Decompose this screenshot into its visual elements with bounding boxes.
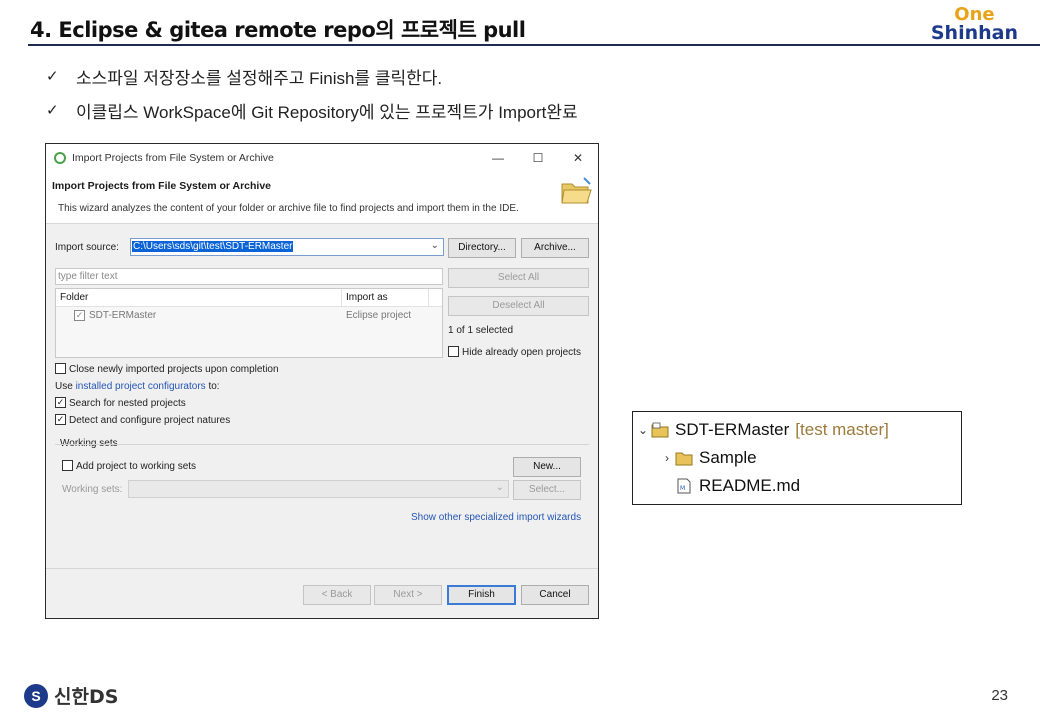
- slide-title: 4. Eclipse & gitea remote repo의 프로젝트 pul…: [30, 18, 526, 42]
- column-import-as[interactable]: Import as: [346, 292, 388, 303]
- bullet-text: 소스파일 저장장소를 설정해주고 Finish를 클릭한다.: [76, 68, 443, 88]
- specialized-wizards-link[interactable]: Show other specialized import wizards: [411, 512, 581, 523]
- select-all-button[interactable]: Select All: [448, 268, 589, 288]
- column-folder[interactable]: Folder: [60, 292, 88, 303]
- tree-item-project[interactable]: ⌄ SDT-ERMaster [test master]: [635, 418, 889, 442]
- detect-natures-label: Detect and configure project natures: [69, 415, 231, 426]
- import-source-label: Import source:: [55, 242, 119, 253]
- eclipse-icon: [54, 152, 66, 164]
- search-nested-label: Search for nested projects: [69, 398, 186, 409]
- footer-logo: S 신한DS: [24, 682, 118, 709]
- dialog-window-title: Import Projects from File System or Arch…: [72, 152, 274, 164]
- folder-name: Sample: [699, 448, 757, 467]
- markdown-file-icon: M: [677, 478, 691, 494]
- tree-item-sample[interactable]: › Sample: [659, 446, 757, 470]
- close-newly-checkbox[interactable]: [55, 363, 66, 374]
- bullet-list: ✓ 소스파일 저장장소를 설정해주고 Finish를 클릭한다. ✓ 이클립스 …: [46, 64, 578, 132]
- cancel-button[interactable]: Cancel: [521, 585, 589, 605]
- row-checkbox[interactable]: ✓: [74, 310, 85, 321]
- tree-item-readme[interactable]: M README.md: [675, 474, 800, 498]
- title-divider: [28, 44, 1040, 46]
- git-project-icon: [651, 422, 669, 438]
- footer-logo-text: 신한DS: [54, 686, 119, 708]
- dialog-titlebar[interactable]: Import Projects from File System or Arch…: [46, 144, 598, 172]
- checkmark-icon: ✓: [46, 102, 59, 119]
- minimize-button[interactable]: —: [478, 151, 518, 165]
- wizard-header: Import Projects from File System or Arch…: [46, 172, 598, 224]
- chevron-down-icon: ⌄: [495, 482, 504, 493]
- new-working-set-button[interactable]: New...: [513, 457, 581, 477]
- checkmark-icon: ✓: [46, 68, 59, 85]
- deselect-all-button[interactable]: Deselect All: [448, 296, 589, 316]
- bullet-item: ✓ 소스파일 저장장소를 설정해주고 Finish를 클릭한다.: [46, 64, 578, 88]
- git-branch-decoration: [test master]: [795, 420, 889, 439]
- import-source-value[interactable]: C:\Users\sds\git\test\SDT-ERMaster: [132, 241, 294, 252]
- dialog-footer: < Back Next > Finish Cancel: [46, 568, 598, 618]
- use-suffix: to:: [208, 381, 220, 392]
- bullet-item: ✓ 이클립스 WorkSpace에 Git Repository에 있는 프로젝…: [46, 98, 578, 122]
- directory-button[interactable]: Directory...: [448, 238, 516, 258]
- filter-input[interactable]: type filter text: [55, 268, 443, 285]
- working-sets-field-label: Working sets:: [62, 484, 123, 495]
- folder-open-icon: [561, 177, 592, 204]
- wizard-title: Import Projects from File System or Arch…: [52, 180, 272, 192]
- bullet-text: 이클립스 WorkSpace에 Git Repository에 있는 프로젝트가…: [76, 102, 578, 122]
- table-header: Folder Import as: [56, 289, 442, 307]
- add-working-sets-label: Add project to working sets: [76, 461, 197, 472]
- add-working-sets-checkbox[interactable]: [62, 460, 73, 471]
- finish-button[interactable]: Finish: [447, 585, 516, 605]
- row-import-as: Eclipse project: [346, 310, 412, 321]
- configurators-link[interactable]: installed project configurators: [76, 381, 206, 392]
- shinhan-logo: One Shinhan: [931, 6, 1018, 43]
- row-folder: SDT-ERMaster: [89, 310, 157, 321]
- project-name: SDT-ERMaster: [675, 420, 790, 439]
- close-newly-label: Close newly imported projects upon compl…: [69, 364, 279, 375]
- selected-count: 1 of 1 selected: [448, 325, 514, 336]
- folder-icon: [675, 452, 693, 466]
- hide-open-label: Hide already open projects: [462, 347, 581, 358]
- select-working-set-button[interactable]: Select...: [513, 480, 581, 500]
- back-button[interactable]: < Back: [303, 585, 371, 605]
- svg-text:M: M: [680, 485, 685, 492]
- import-dialog: Import Projects from File System or Arch…: [45, 143, 599, 619]
- file-name: README.md: [699, 476, 801, 495]
- import-source-combo[interactable]: C:\Users\sds\git\test\SDT-ERMaster ⌄: [130, 238, 444, 256]
- configurators-line: Use installed project configurators to:: [55, 381, 220, 392]
- detect-natures-checkbox[interactable]: ✓: [55, 414, 66, 425]
- collapsed-chevron-icon[interactable]: ›: [659, 451, 675, 465]
- logo-shinhan: Shinhan: [930, 22, 1018, 44]
- expanded-chevron-icon[interactable]: ⌄: [635, 423, 651, 437]
- hide-open-checkbox[interactable]: [448, 346, 459, 357]
- projects-table: Folder Import as ✓ SDT-ERMaster Eclipse …: [55, 288, 443, 358]
- close-button[interactable]: ✕: [558, 151, 598, 165]
- next-button[interactable]: Next >: [374, 585, 442, 605]
- search-nested-checkbox[interactable]: ✓: [55, 397, 66, 408]
- chevron-down-icon[interactable]: ⌄: [431, 240, 439, 251]
- shinhan-ds-icon: S: [24, 683, 48, 708]
- page-number: 23: [991, 687, 1008, 704]
- table-row[interactable]: ✓ SDT-ERMaster Eclipse project: [56, 307, 442, 325]
- archive-button[interactable]: Archive...: [521, 238, 589, 258]
- maximize-button[interactable]: ☐: [518, 151, 558, 165]
- wizard-description: This wizard analyzes the content of your…: [58, 203, 519, 214]
- project-explorer: ⌄ SDT-ERMaster [test master] › Sample M …: [632, 411, 962, 505]
- working-sets-combo[interactable]: ⌄: [128, 480, 509, 498]
- use-prefix: Use: [55, 381, 73, 392]
